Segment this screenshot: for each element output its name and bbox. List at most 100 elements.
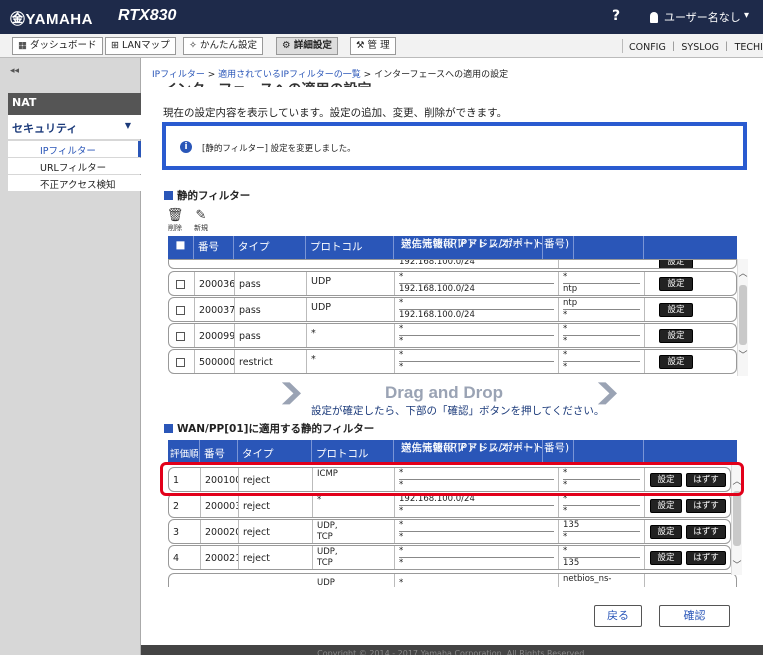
filter-type: restrict [235,350,307,373]
wan-filter-row-partial[interactable]: UDP * netbios_ns- [168,573,737,587]
row-checkbox[interactable] [176,358,185,367]
scrollbar-thumb[interactable] [739,285,747,345]
drag-arrow-icon: ❯ [276,380,306,405]
chevron-down-icon[interactable]: ▾ [744,10,749,21]
static-filter-row[interactable]: 500000 restrict * * * * * 設定 [168,349,737,374]
settings-button[interactable]: 設定 [659,355,693,369]
drag-drop-note: 設定が確定したら、下部の「確認」ボタンを押してください。 [311,405,605,417]
settings-button[interactable]: 設定 [659,303,693,317]
lan-map-icon: ⊞ [111,40,122,51]
filter-type: pass [235,324,307,347]
nav-advanced-settings[interactable]: ⚙ 詳細設定 [276,37,338,55]
sidebar-item-nat[interactable]: NAT [8,93,141,115]
filter-source: * 192.168.100.0/24 [395,298,559,321]
user-name: ユーザー名なし [664,11,741,24]
delete-tool[interactable]: 🗑 削除 [166,209,184,233]
filter-destination: * * [559,324,645,347]
scroll-down-icon[interactable]: ﹀ [732,561,742,571]
filter-number: 500000 [195,350,235,373]
static-table-header: ■ 番号 タイプ プロトコル 送信元情報(IPアドレス/ポート番号) 宛先情報(I… [168,236,737,259]
sidebar-item-ip-filter[interactable]: IPフィルター [8,141,141,157]
filter-protocol: * [313,494,395,517]
settings-button[interactable]: 設定 [659,260,693,268]
static-filter-row-partial[interactable]: 192.168.100.0/24 設定 [168,259,737,269]
sidebar-item-intrusion-detection[interactable]: 不正アクセス検知 [8,175,141,191]
scroll-up-icon[interactable]: ︿ [738,269,748,279]
wan-filter-row[interactable]: 2 200003 reject * 192.168.100.0/24 * * * 設定 はずす [168,493,731,518]
filter-destination: ntp * [559,298,645,321]
back-button[interactable]: 戻る [594,605,642,627]
edit-icon: ✎ [195,208,207,223]
trash-icon: 🗑 [166,208,184,223]
sidebar-item-url-filter[interactable]: URLフィルター [8,158,141,174]
static-filter-row[interactable]: 200099 pass * * * * * 設定 [168,323,737,348]
notice-text: [静的フィルター] 設定を変更しました。 [202,144,356,154]
remove-button[interactable]: はずす [686,525,726,539]
filter-source: * * [395,546,559,569]
static-scrollbar[interactable]: ︿ ﹀ [737,259,748,376]
dashboard-icon: ▦ [18,40,30,51]
wan-filter-row[interactable]: 4 200021 reject UDP, TCP * * * 135 設定 はずす [168,545,731,570]
filter-destination: * * [559,350,645,373]
chevron-down-icon: ▼ [124,121,131,130]
nav-management[interactable]: ⚒ 管 理 [350,37,396,55]
confirm-button[interactable]: 確認 [659,605,730,627]
filter-destination: * 135 [559,546,645,569]
remove-button[interactable]: はずす [686,499,726,513]
filter-number: 200037 [195,298,235,321]
page-description: 現在の設定内容を表示しています。設定の追加、変更、削除ができます。 [163,107,508,119]
filter-type: reject [239,520,313,543]
filter-source: * * [395,350,559,373]
settings-button[interactable]: 設定 [659,277,693,291]
eval-order: 2 [169,494,201,517]
settings-button[interactable]: 設定 [650,525,682,539]
row-checkbox[interactable] [176,306,185,315]
static-filter-row[interactable]: 200036 pass UDP * 192.168.100.0/24 * ntp 設定 [168,271,737,296]
main-nav: ▦ ダッシュボード ⊞ LANマップ ✧ かんたん設定 ⚙ 詳細設定 ⚒ 管 理… [0,34,763,58]
collapse-sidebar-icon[interactable]: ◂◂ [10,66,19,76]
filter-protocol: UDP [307,272,395,295]
filter-protocol: UDP, TCP [313,520,395,543]
filter-protocol: * [307,324,395,347]
wan-filter-row[interactable]: 3 200020 reject UDP, TCP * * 135 * 設定 はずす [168,519,731,544]
sidebar-item-security[interactable]: セキュリティ ▼ [8,115,141,139]
row-checkbox[interactable] [176,280,185,289]
notice-box: i [静的フィルター] 設定を変更しました。 [162,122,747,170]
remove-button[interactable]: はずす [686,551,726,565]
header-links[interactable]: CONFIG ｜ SYSLOG ｜ TECHINFO [622,39,763,53]
yamaha-logo: ㊎YAMAHA [10,11,93,28]
footer-copyright: Copyright © 2014 - 2017 Yamaha Corporati… [141,645,763,655]
scrollbar-thumb[interactable] [733,491,741,546]
drag-and-drop-label: Drag and Drop [385,383,504,402]
filter-source: * * [395,324,559,347]
select-all-checkbox[interactable]: ■ [168,236,194,259]
filter-type: pass [235,298,307,321]
filter-type: pass [235,272,307,295]
eval-order: 3 [169,520,201,543]
settings-button[interactable]: 設定 [650,551,682,565]
filter-type: reject [239,494,313,517]
filter-protocol: UDP, TCP [313,546,395,569]
scroll-down-icon[interactable]: ﹀ [738,351,748,361]
filter-protocol: * [307,350,395,373]
filter-source: * 192.168.100.0/24 [395,272,559,295]
settings-button[interactable]: 設定 [659,329,693,343]
model-name: RTX830 [118,7,177,24]
page-title: インターフェースへの適用の設定 [163,79,371,87]
filter-protocol: UDP [307,298,395,321]
row-checkbox[interactable] [176,332,185,341]
help-icon[interactable]: ? [612,8,620,24]
nav-lan-map[interactable]: ⊞ LANマップ [105,37,176,55]
filter-source: 192.168.100.0/24 * [395,494,559,517]
nav-dashboard[interactable]: ▦ ダッシュボード [12,37,103,55]
info-icon: i [180,141,192,153]
filter-source: * * [395,520,559,543]
settings-button[interactable]: 設定 [650,499,682,513]
filter-number: 200003 [201,494,239,517]
nav-easy-setup[interactable]: ✧ かんたん設定 [183,37,263,55]
breadcrumb-current: インターフェースへの適用の設定 [374,70,509,80]
easy-setup-icon: ✧ [189,40,200,51]
new-tool[interactable]: ✎ 新規 [192,209,210,233]
static-filter-row[interactable]: 200037 pass UDP * 192.168.100.0/24 ntp * 設定 [168,297,737,322]
user-menu[interactable]: ユーザー名なし [650,9,741,25]
